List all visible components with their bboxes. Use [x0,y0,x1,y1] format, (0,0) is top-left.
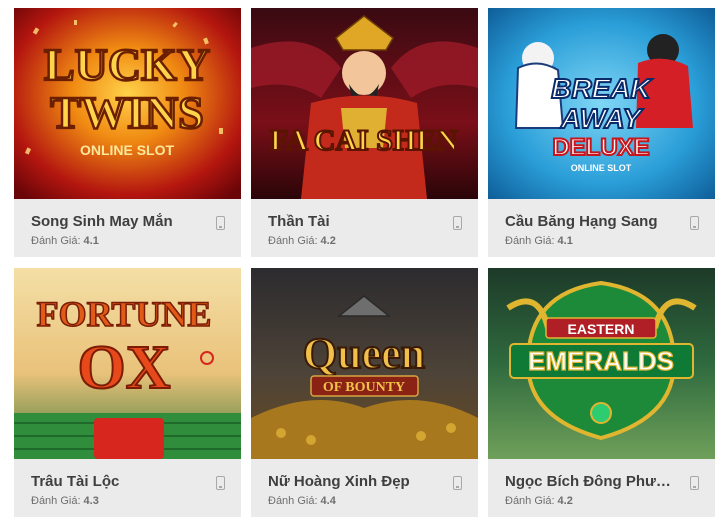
game-rating: Đánh Giá: 4.4 [268,495,336,507]
game-title[interactable]: Nữ Hoàng Xinh Đẹp [268,473,438,490]
game-title[interactable]: Cầu Băng Hạng Sang [505,213,675,230]
rating-value: 4.2 [557,495,573,507]
game-card-eastern-emeralds[interactable]: EASTERN EMERALDS Ngọc Bích Đông Phương Đ… [488,268,715,517]
break-away-artwork: BREAK AWAY DELUXE ONLINE SLOT [488,8,715,199]
mobile-device-icon [216,476,225,490]
mobile-device-icon [690,476,699,490]
game-thumbnail[interactable]: EASTERN EMERALDS [488,268,715,459]
game-thumbnail[interactable]: LUCKY TWINS ONLINE SLOT [14,8,241,199]
art-line1: Queen [303,329,425,378]
art-line1: FORTUNE [37,294,212,334]
game-rating: Đánh Giá: 4.3 [31,495,99,507]
art-line4: ONLINE SLOT [571,163,632,173]
game-card-fa-cai-shen[interactable]: FA CAI SHEN Thần Tài Đánh Giá: 4.2 [251,8,478,257]
game-grid: LUCKY TWINS ONLINE SLOT Song Sinh May Mắ… [0,0,722,523]
game-card-break-away-deluxe[interactable]: BREAK AWAY DELUXE ONLINE SLOT Cầu Băng H… [488,8,715,257]
game-card-lucky-twins[interactable]: LUCKY TWINS ONLINE SLOT Song Sinh May Mắ… [14,8,241,257]
game-card-queen-of-bounty[interactable]: Queen OF BOUNTY Nữ Hoàng Xinh Đẹp Đánh G… [251,268,478,517]
lucky-twins-artwork: LUCKY TWINS ONLINE SLOT [14,8,241,199]
art-line2: EMERALDS [528,346,674,376]
game-rating: Đánh Giá: 4.1 [505,235,573,247]
game-thumbnail[interactable]: Queen OF BOUNTY [251,268,478,459]
rating-label: Đánh Giá: [268,235,318,247]
game-thumbnail[interactable]: FA CAI SHEN [251,8,478,199]
game-title[interactable]: Ngọc Bích Đông Phương [505,473,675,490]
game-rating: Đánh Giá: 4.2 [268,235,336,247]
mobile-device-icon [216,216,225,230]
art-line1: LUCKY [44,39,210,90]
art-line1: BREAK [551,73,652,104]
fa-cai-shen-artwork: FA CAI SHEN [251,8,478,199]
rating-value: 4.1 [83,235,99,247]
rating-value: 4.2 [320,235,336,247]
rating-value: 4.1 [557,235,573,247]
game-title[interactable]: Song Sinh May Mắn [31,213,201,230]
rating-label: Đánh Giá: [31,495,81,507]
game-rating: Đánh Giá: 4.2 [505,495,573,507]
game-rating: Đánh Giá: 4.1 [31,235,99,247]
rating-value: 4.4 [320,495,336,507]
rating-label: Đánh Giá: [268,495,318,507]
eastern-emeralds-artwork: EASTERN EMERALDS [488,268,715,459]
art-line2: TWINS [50,87,203,138]
art-line3: DELUXE [552,134,649,161]
game-thumbnail[interactable]: FORTUNE OX [14,268,241,459]
rating-value: 4.3 [83,495,99,507]
rating-label: Đánh Giá: [505,495,555,507]
game-thumbnail[interactable]: BREAK AWAY DELUXE ONLINE SLOT [488,8,715,199]
queen-of-bounty-artwork: Queen OF BOUNTY [251,268,478,459]
mobile-device-icon [453,476,462,490]
mobile-device-icon [690,216,699,230]
game-card-fortune-ox[interactable]: FORTUNE OX Trâu Tài Lộc Đánh Giá: 4.3 [14,268,241,517]
art-line1: FA CAI SHEN [270,124,458,157]
game-title[interactable]: Thần Tài [268,213,438,230]
rating-label: Đánh Giá: [505,235,555,247]
art-line3: ONLINE SLOT [80,142,175,158]
art-line1: EASTERN [568,321,635,337]
fortune-ox-artwork: FORTUNE OX [14,268,241,459]
art-line2: AWAY [560,103,644,134]
art-line2: OX [78,334,171,402]
art-line2: OF BOUNTY [323,380,405,395]
rating-label: Đánh Giá: [31,235,81,247]
mobile-device-icon [453,216,462,230]
game-title[interactable]: Trâu Tài Lộc [31,473,201,490]
